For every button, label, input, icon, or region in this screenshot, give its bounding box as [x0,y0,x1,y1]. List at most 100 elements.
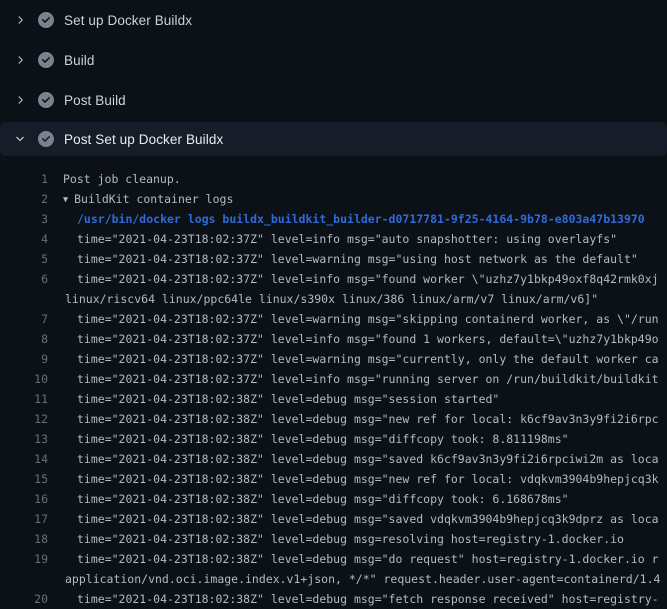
log-line-message: time="2021-04-23T18:02:38Z" level=debug … [77,532,624,546]
log-line-number[interactable]: 7 [0,309,48,329]
step-label: Build [64,53,95,68]
log-row: linux/riscv64 linux/ppc64le linux/s390x … [0,289,667,309]
log-line-message: time="2021-04-23T18:02:38Z" level=debug … [77,392,499,406]
log-line-message: BuildKit container logs [74,192,233,206]
log-line-number[interactable]: 2 [0,189,48,209]
log-line-number[interactable]: 16 [0,489,48,509]
check-circle-icon [38,52,54,68]
log-row: 6 time="2021-04-23T18:02:37Z" level=info… [0,269,667,289]
log-line-number[interactable]: 14 [0,449,48,469]
log-line-number[interactable]: 11 [0,389,48,409]
log-line-text: time="2021-04-23T18:02:38Z" level=debug … [48,389,499,409]
log-line-text: time="2021-04-23T18:02:38Z" level=debug … [48,489,569,509]
log-line-number[interactable]: 4 [0,229,48,249]
log-line-number[interactable]: 1 [0,169,48,189]
log-line-message: Post job cleanup. [63,172,181,186]
log-line-text: time="2021-04-23T18:02:38Z" level=debug … [48,429,569,449]
log-row: 4 time="2021-04-23T18:02:37Z" level=info… [0,229,667,249]
log-line-message: time="2021-04-23T18:02:38Z" level=debug … [77,492,569,506]
actions-log-viewer: { "steps": [ {"label": "Set up Docker Bu… [0,0,667,600]
log-row: application/vnd.oci.image.index.v1+json,… [0,569,667,589]
log-row: 18 time="2021-04-23T18:02:38Z" level=deb… [0,529,667,549]
step-row[interactable]: Build [0,40,667,80]
log-line-number[interactable]: 9 [0,349,48,369]
log-line-number[interactable]: 19 [0,549,48,569]
log-line-message: time="2021-04-23T18:02:37Z" level=warnin… [77,352,659,366]
log-line-message: time="2021-04-23T18:02:38Z" level=debug … [77,512,659,526]
check-circle-icon [38,12,54,28]
step-label: Post Set up Docker Buildx [64,132,223,147]
log-line-number[interactable] [0,289,48,309]
log-line-text: /usr/bin/docker logs buildx_buildkit_bui… [48,209,645,229]
chevron-down-icon[interactable] [12,131,28,147]
log-line-number[interactable]: 13 [0,429,48,449]
log-group-toggle-icon[interactable]: ▼ [63,190,68,210]
log-line-number[interactable]: 17 [0,509,48,529]
check-circle-icon [38,131,54,147]
log-line-text: Post job cleanup. [48,169,181,189]
steps-list: Set up Docker Buildx Build [0,0,667,156]
log-line-text: time="2021-04-23T18:02:38Z" level=debug … [48,449,659,469]
log-line-message: time="2021-04-23T18:02:37Z" level=info m… [77,232,617,246]
log-line-text: time="2021-04-23T18:02:37Z" level=warnin… [48,249,638,269]
log-row: 7 time="2021-04-23T18:02:37Z" level=warn… [0,309,667,329]
log-line-message: time="2021-04-23T18:02:37Z" level=warnin… [77,252,638,266]
log-line-text: time="2021-04-23T18:02:37Z" level=warnin… [48,309,659,329]
log-row: 20 time="2021-04-23T18:02:38Z" level=deb… [0,589,667,609]
log-line-text: time="2021-04-23T18:02:38Z" level=debug … [48,469,659,489]
log-line-text: time="2021-04-23T18:02:37Z" level=info m… [48,369,659,389]
log-row: 16 time="2021-04-23T18:02:38Z" level=deb… [0,489,667,509]
log-line-text: time="2021-04-23T18:02:38Z" level=debug … [48,589,659,609]
log-line-text: time="2021-04-23T18:02:37Z" level=warnin… [48,349,659,369]
log-line-text: time="2021-04-23T18:02:38Z" level=debug … [48,529,624,549]
log-area: 1 Post job cleanup. 2 ▼ BuildKit containe… [0,156,667,609]
chevron-right-icon[interactable] [12,52,28,68]
log-row: 9 time="2021-04-23T18:02:37Z" level=warn… [0,349,667,369]
log-line-number[interactable] [0,569,48,589]
log-row: 11 time="2021-04-23T18:02:38Z" level=deb… [0,389,667,409]
log-line-message: time="2021-04-23T18:02:38Z" level=debug … [77,452,659,466]
chevron-right-icon[interactable] [12,92,28,108]
log-line-message: time="2021-04-23T18:02:38Z" level=debug … [77,472,659,486]
step-label: Post Build [64,93,126,108]
log-row: 8 time="2021-04-23T18:02:37Z" level=info… [0,329,667,349]
log-line-message: time="2021-04-23T18:02:38Z" level=debug … [77,412,659,426]
log-line-message: application/vnd.oci.image.index.v1+json,… [65,572,660,586]
log-line-text: time="2021-04-23T18:02:38Z" level=debug … [48,549,659,569]
log-line-text: time="2021-04-23T18:02:38Z" level=debug … [48,409,659,429]
log-row: 1 Post job cleanup. [0,169,667,189]
log-line-number[interactable]: 18 [0,529,48,549]
log-line-text: time="2021-04-23T18:02:38Z" level=debug … [48,509,659,529]
log-line-number[interactable]: 3 [0,209,48,229]
log-line-number[interactable]: 5 [0,249,48,269]
step-label: Set up Docker Buildx [64,13,192,28]
log-line-text: time="2021-04-23T18:02:37Z" level=info m… [48,229,617,249]
log-row: 12 time="2021-04-23T18:02:38Z" level=deb… [0,409,667,429]
log-line-number[interactable]: 8 [0,329,48,349]
log-line-text: ▼ BuildKit container logs [48,189,233,209]
log-line-message: time="2021-04-23T18:02:38Z" level=debug … [77,552,659,566]
log-line-message: time="2021-04-23T18:02:37Z" level=info m… [77,272,659,286]
log-row: 13 time="2021-04-23T18:02:38Z" level=deb… [0,429,667,449]
log-line-number[interactable]: 6 [0,269,48,289]
log-line-number[interactable]: 15 [0,469,48,489]
check-circle-icon [38,92,54,108]
log-row: 19 time="2021-04-23T18:02:38Z" level=deb… [0,549,667,569]
step-row[interactable]: Post Set up Docker Buildx [0,122,667,156]
log-line-number[interactable]: 10 [0,369,48,389]
chevron-right-icon[interactable] [12,12,28,28]
log-line-text: time="2021-04-23T18:02:37Z" level=info m… [48,269,659,289]
log-row: 14 time="2021-04-23T18:02:38Z" level=deb… [0,449,667,469]
step-row[interactable]: Set up Docker Buildx [0,0,667,40]
log-line-number[interactable]: 12 [0,409,48,429]
log-row: 2 ▼ BuildKit container logs [0,189,667,209]
log-row: 5 time="2021-04-23T18:02:37Z" level=warn… [0,249,667,269]
log-line-message: time="2021-04-23T18:02:38Z" level=debug … [77,592,659,606]
log-line-message: time="2021-04-23T18:02:37Z" level=warnin… [77,312,659,326]
log-line-message: /usr/bin/docker logs buildx_buildkit_bui… [77,212,645,226]
log-row: 17 time="2021-04-23T18:02:38Z" level=deb… [0,509,667,529]
log-row: 15 time="2021-04-23T18:02:38Z" level=deb… [0,469,667,489]
step-row[interactable]: Post Build [0,80,667,120]
log-line-text: application/vnd.oci.image.index.v1+json,… [48,569,660,589]
log-line-number[interactable]: 20 [0,589,48,609]
